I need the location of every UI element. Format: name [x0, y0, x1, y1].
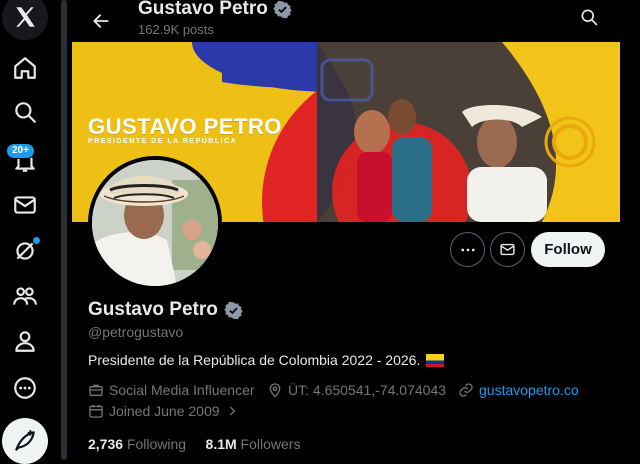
grok-icon[interactable]: [2, 228, 48, 274]
location-pin-icon: [269, 383, 281, 398]
avatar-photo: [92, 160, 218, 286]
profile-handle: @petrogustavo: [88, 324, 184, 340]
header-title: Gustavo Petro: [138, 0, 292, 20]
profile-website[interactable]: gustavopetro.co: [458, 382, 579, 398]
followers-label: Followers: [240, 436, 301, 452]
more-options-button[interactable]: [450, 232, 485, 267]
banner-subtitle-text: PRESIDENTE DE LA REPÚBLICA: [88, 138, 238, 145]
avatar[interactable]: [88, 156, 222, 290]
left-nav: 20+: [0, 0, 50, 464]
link-icon: [459, 383, 473, 397]
profile-location: ÜT: 4.650541,-74.074043: [267, 382, 446, 398]
location-text: ÜT: 4.650541,-74.074043: [288, 382, 447, 398]
category-text: Social Media Influencer: [109, 382, 255, 398]
following-count: 2,736: [88, 436, 124, 452]
scrollbar-thumb[interactable]: [61, 0, 67, 460]
posts-count: 162.9K posts: [138, 22, 214, 37]
envelope-icon: [500, 243, 515, 256]
more-dots-icon: [460, 248, 475, 251]
home-icon[interactable]: [2, 45, 48, 91]
messages-icon[interactable]: [2, 182, 48, 228]
header-title-text: Gustavo Petro: [138, 0, 268, 19]
verified-badge-icon[interactable]: [224, 301, 243, 320]
profile-bio: Presidente de la República de Colombia 2…: [88, 352, 445, 368]
explore-icon[interactable]: [2, 89, 48, 135]
communities-icon[interactable]: [2, 273, 48, 319]
profile-category: Social Media Influencer: [88, 382, 255, 398]
joined-text: Joined June 2009: [109, 403, 220, 419]
calendar-icon: [89, 405, 103, 418]
notifications-badge: 20+: [6, 143, 35, 159]
x-logo-icon[interactable]: [2, 0, 48, 40]
following-label: Following: [126, 436, 187, 452]
follow-button[interactable]: Follow: [531, 232, 605, 267]
colombia-flag-icon: [426, 353, 445, 367]
banner-name-text: GUSTAVO PETRO: [88, 114, 282, 139]
profile-icon[interactable]: [2, 318, 48, 364]
compose-icon[interactable]: [2, 418, 48, 464]
scrollbar[interactable]: [57, 0, 71, 460]
profile-header: Gustavo Petro 162.9K posts: [72, 0, 620, 42]
followers-link[interactable]: 8.1M Followers: [206, 436, 301, 452]
profile-name-text: Gustavo Petro: [88, 299, 218, 320]
grok-indicator-dot: [33, 237, 40, 244]
profile-bio-text: Presidente de la República de Colombia 2…: [88, 352, 421, 368]
website-link[interactable]: gustavopetro.co: [479, 382, 579, 398]
chevron-right-icon: [229, 406, 235, 416]
briefcase-icon: [89, 384, 103, 396]
back-arrow-icon[interactable]: [84, 4, 118, 38]
verified-badge-icon: [273, 0, 292, 18]
profile-joined[interactable]: Joined June 2009: [88, 403, 239, 419]
search-icon[interactable]: [572, 0, 606, 34]
message-button[interactable]: [490, 232, 525, 267]
more-icon[interactable]: [2, 365, 48, 411]
profile-stats: 2,736 Following 8.1M Followers: [88, 436, 300, 452]
following-link[interactable]: 2,736 Following: [88, 436, 186, 452]
profile-name: Gustavo Petro: [88, 299, 243, 321]
followers-count: 8.1M: [205, 436, 237, 452]
